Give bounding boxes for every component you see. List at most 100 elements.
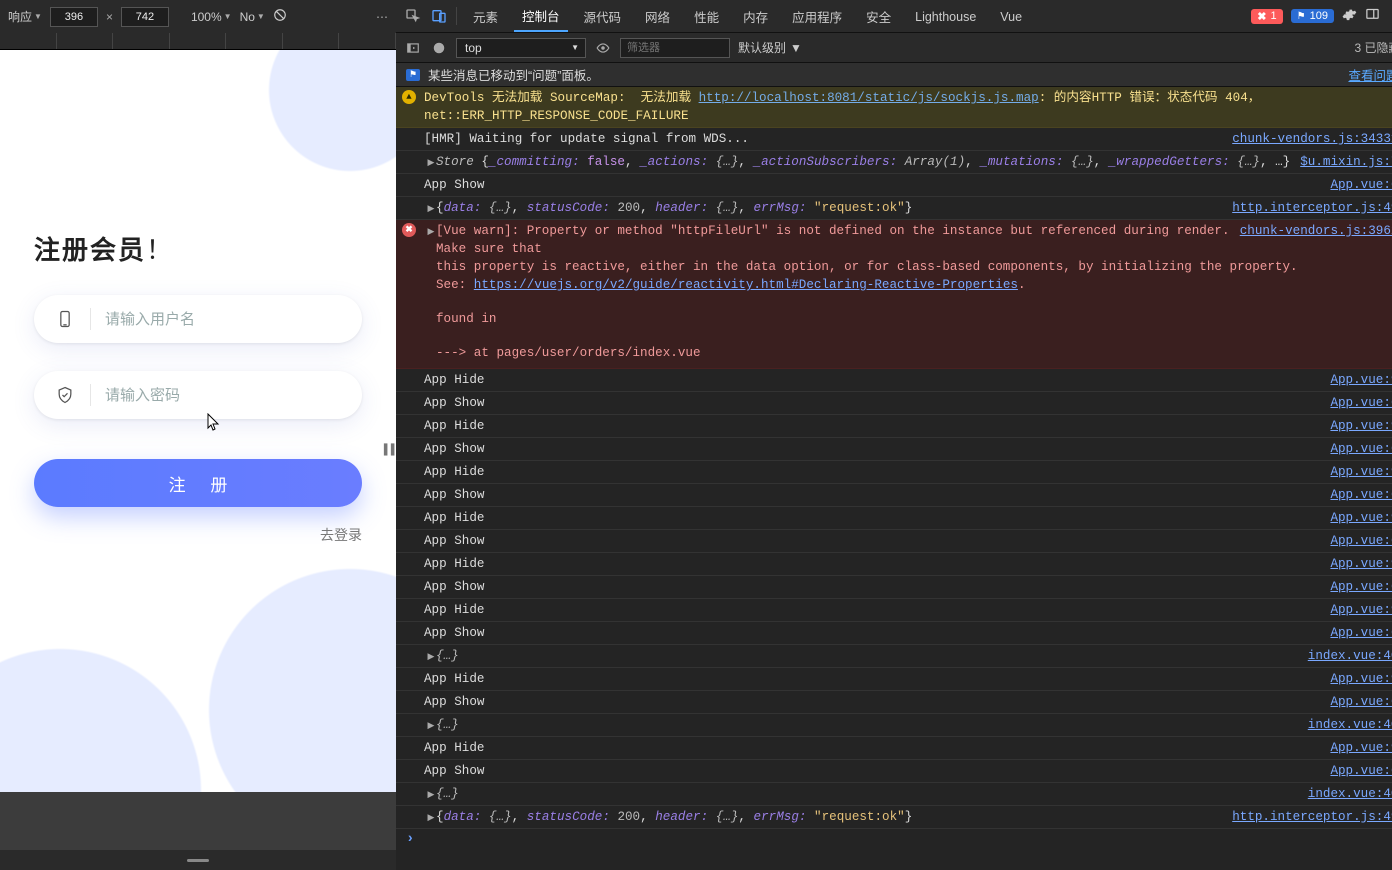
throttling-selector[interactable]: No▼ — [240, 10, 265, 24]
height-input[interactable] — [121, 7, 169, 27]
tab-elements[interactable]: 元素 — [465, 1, 506, 31]
source-link[interactable]: index.vue:40 — [1308, 785, 1392, 803]
tab-memory[interactable]: 内存 — [735, 1, 776, 31]
console-row-apphide: App HideApp.vue:9 — [396, 415, 1392, 438]
console-row-apphide: App HideApp.vue:9 — [396, 668, 1392, 691]
source-link[interactable]: http.interceptor.js:49 — [1232, 808, 1392, 826]
source-link[interactable]: $u.mixin.js:7 — [1300, 153, 1392, 171]
console-row-appshow: App ShowApp.vue:6 — [396, 691, 1392, 714]
username-input[interactable] — [105, 311, 342, 328]
console-row-apphide: App HideApp.vue:9 — [396, 461, 1392, 484]
expand-icon[interactable]: ▶ — [426, 200, 436, 218]
expand-icon[interactable]: ▶ — [426, 809, 436, 827]
zoom-selector[interactable]: 100%▼ — [191, 10, 232, 24]
filter-input[interactable] — [620, 38, 730, 58]
dock-icon[interactable] — [1365, 7, 1380, 25]
source-link[interactable]: App.vue:9 — [1330, 417, 1392, 435]
source-link[interactable]: App.vue:9 — [1330, 670, 1392, 688]
expand-icon[interactable]: ▶ — [426, 648, 436, 666]
console-row-appshow: App ShowApp.vue:6 — [396, 622, 1392, 645]
error-count-badge[interactable]: ✖1 — [1251, 9, 1282, 24]
source-link[interactable]: index.vue:40 — [1308, 716, 1392, 734]
console-row-vuewarn: ✖ ▶ [Vue warn]: Property or method "http… — [396, 220, 1392, 369]
expand-icon[interactable]: ▶ — [426, 786, 436, 804]
source-link[interactable]: App.vue:6 — [1330, 624, 1392, 642]
console-row-sourcemap-warn: ▲ DevTools 无法加载 SourceMap: 无法加载 http://l… — [396, 87, 1392, 128]
password-input[interactable] — [105, 387, 342, 404]
console-prompt[interactable]: › — [396, 829, 1392, 849]
console-row-hmr: [HMR] Waiting for update signal from WDS… — [396, 128, 1392, 151]
source-link[interactable]: App.vue:6 — [1330, 578, 1392, 596]
console-toolbar: top▼ 默认级别▼ 3 已隐藏 — [396, 33, 1392, 63]
console-row-apphide: App HideApp.vue:9 — [396, 737, 1392, 760]
source-link[interactable]: App.vue:6 — [1330, 532, 1392, 550]
tab-vue[interactable]: Vue — [992, 4, 1030, 29]
settings-icon[interactable] — [1342, 7, 1357, 25]
console-row-blob: ▶{…}index.vue:40 — [396, 714, 1392, 737]
source-link[interactable]: App.vue:6 — [1330, 176, 1392, 194]
source-link[interactable]: App.vue:6 — [1330, 693, 1392, 711]
console-row-appshow: App ShowApp.vue:6 — [396, 174, 1392, 197]
inspect-icon[interactable] — [404, 7, 422, 25]
clear-console-icon[interactable] — [430, 39, 448, 57]
username-row[interactable] — [34, 295, 362, 343]
responsive-selector[interactable]: 响应▼ — [8, 8, 42, 25]
console-row-apphide: App HideApp.vue:9 — [396, 553, 1392, 576]
source-link[interactable]: App.vue:9 — [1330, 509, 1392, 527]
tab-sources[interactable]: 源代码 — [576, 1, 630, 31]
console-sidebar-toggle-icon[interactable] — [404, 39, 422, 57]
tab-performance[interactable]: 性能 — [686, 1, 727, 31]
console-row-apphide: App HideApp.vue:9 — [396, 507, 1392, 530]
tab-security[interactable]: 安全 — [858, 1, 899, 31]
issues-count-badge[interactable]: ⚑109 — [1291, 9, 1334, 23]
expand-icon[interactable]: ▶ — [426, 717, 436, 735]
devtools-pane: 元素 控制台 源代码 网络 性能 内存 应用程序 安全 Lighthouse V… — [396, 0, 1392, 870]
no-network-icon[interactable] — [273, 8, 287, 25]
dim-x: × — [106, 10, 113, 24]
level-selector[interactable]: 默认级别▼ — [738, 39, 802, 56]
error-icon: ✖ — [402, 223, 416, 237]
source-link[interactable]: App.vue:9 — [1330, 739, 1392, 757]
source-link[interactable]: App.vue:9 — [1330, 371, 1392, 389]
source-link[interactable]: App.vue:9 — [1330, 463, 1392, 481]
device-more-icon[interactable]: ⋯ — [376, 10, 388, 24]
to-login-link[interactable]: 去登录 — [34, 525, 362, 545]
source-link[interactable]: chunk-vendors.js:3962 — [1240, 222, 1392, 258]
console-row-apphide: App HideApp.vue:9 — [396, 369, 1392, 392]
device-area: 注册会员！ 注 册 — [0, 50, 396, 850]
vue-guide-link[interactable]: https://vuejs.org/v2/guide/reactivity.ht… — [474, 278, 1018, 292]
register-title: 注册会员！ — [34, 230, 362, 267]
source-link[interactable]: App.vue:9 — [1330, 601, 1392, 619]
register-button[interactable]: 注 册 — [34, 459, 362, 507]
device-mode-icon[interactable] — [430, 7, 448, 25]
hidden-count: 3 已隐藏 — [1354, 39, 1392, 56]
live-expression-icon[interactable] — [594, 39, 612, 57]
console-row-appshow: App ShowApp.vue:6 — [396, 484, 1392, 507]
expand-icon[interactable]: ▶ — [426, 154, 436, 172]
device-ruler — [0, 33, 396, 50]
tab-lighthouse[interactable]: Lighthouse — [907, 4, 984, 29]
tab-console[interactable]: 控制台 — [514, 0, 568, 32]
device-pane: 响应▼ × 100%▼ No▼ ⋯ 注册会员！ — [0, 0, 396, 870]
source-link[interactable]: App.vue:6 — [1330, 440, 1392, 458]
devtools-more-icon[interactable]: ⋮ — [1388, 9, 1392, 24]
sourcemap-url-link[interactable]: http://localhost:8081/static/js/sockjs.j… — [699, 91, 1039, 105]
source-link[interactable]: App.vue:6 — [1330, 394, 1392, 412]
source-link[interactable]: App.vue:6 — [1330, 486, 1392, 504]
warn-icon: ▲ — [402, 90, 416, 104]
source-link[interactable]: App.vue:9 — [1330, 555, 1392, 573]
source-link[interactable]: chunk-vendors.js:34331 — [1232, 130, 1392, 148]
context-selector[interactable]: top▼ — [456, 38, 586, 58]
source-link[interactable]: http.interceptor.js:49 — [1232, 199, 1392, 217]
tab-application[interactable]: 应用程序 — [784, 1, 850, 31]
source-link[interactable]: App.vue:6 — [1330, 762, 1392, 780]
view-issues-link[interactable]: 查看问题 — [1348, 65, 1392, 84]
device-drag-bar[interactable] — [0, 850, 396, 870]
console-row-appshow: App ShowApp.vue:6 — [396, 576, 1392, 599]
password-row[interactable] — [34, 371, 362, 419]
expand-icon[interactable]: ▶ — [426, 223, 436, 241]
tab-network[interactable]: 网络 — [637, 1, 678, 31]
source-link[interactable]: index.vue:40 — [1308, 647, 1392, 665]
console-body[interactable]: ▲ DevTools 无法加载 SourceMap: 无法加载 http://l… — [396, 87, 1392, 870]
width-input[interactable] — [50, 7, 98, 27]
